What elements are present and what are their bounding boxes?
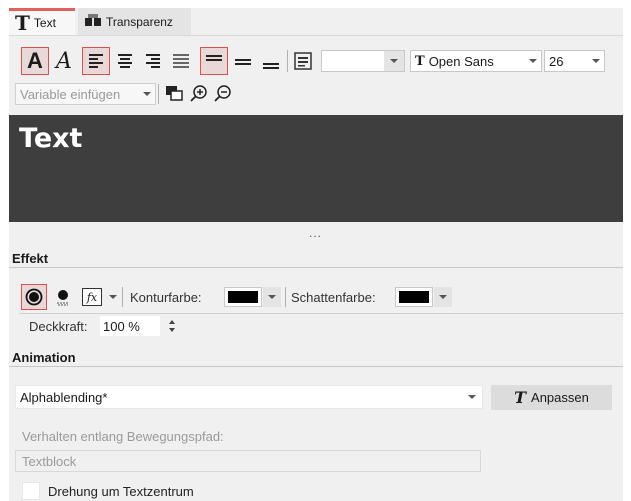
align-right-button[interactable]	[140, 47, 166, 75]
align-center-icon	[118, 54, 132, 68]
chevron-down-icon	[592, 59, 600, 63]
shadow-dot-icon	[57, 290, 69, 306]
valign-bottom-icon	[263, 63, 279, 69]
font-family-value: Open Sans	[428, 53, 494, 69]
toolbar-separator	[287, 50, 288, 72]
align-center-button[interactable]	[112, 47, 138, 75]
opacity-value: 100 %	[103, 318, 140, 334]
tab-transparenz-label: Transparenz	[106, 14, 173, 29]
justify-button[interactable]	[168, 47, 194, 75]
resize-handle[interactable]: ...	[309, 226, 322, 240]
bold-button[interactable]: A	[21, 47, 49, 75]
text-fx-icon: T	[514, 388, 527, 407]
outline-effect-button[interactable]	[21, 284, 47, 310]
tab-text-label: Text	[33, 16, 56, 30]
effekt-row-divider	[19, 313, 623, 314]
outline-color-label: Konturfarbe:	[130, 290, 202, 305]
text-color-dropdown-button[interactable]	[384, 51, 404, 71]
chevron-down-icon	[529, 59, 537, 63]
text-frame-button[interactable]	[290, 47, 316, 75]
tab-divider	[9, 35, 623, 36]
zoom-in-button[interactable]	[187, 81, 211, 105]
insert-variable-label: Variable einfügen	[20, 86, 121, 102]
effekt-separator	[122, 287, 123, 307]
chevron-down-icon	[390, 59, 398, 63]
tab-text[interactable]: T Text	[9, 8, 75, 35]
outline-color-swatch	[228, 291, 258, 303]
effekt-divider	[9, 267, 623, 268]
layer-order-icon	[166, 86, 183, 101]
chevron-down-icon	[468, 395, 476, 399]
valign-middle-icon	[235, 59, 251, 65]
shadow-color-swatch	[399, 291, 429, 303]
transparency-icon	[84, 13, 102, 30]
chevron-down-icon	[268, 295, 276, 299]
motion-path-label: Verhalten entlang Bewegungspfad:	[22, 429, 224, 444]
shadow-color-label: Schattenfarbe:	[291, 290, 376, 305]
truetype-font-icon: T	[415, 53, 425, 69]
chevron-down-icon	[143, 92, 151, 96]
animation-divider	[9, 366, 623, 367]
italic-glyph: A	[56, 48, 72, 74]
font-family-select[interactable]: T Open Sans	[410, 50, 542, 72]
shadow-color-picker[interactable]	[395, 287, 433, 307]
preview-text: Text	[19, 123, 83, 154]
chevron-down-icon	[439, 295, 447, 299]
opacity-label: Deckkraft:	[29, 319, 88, 334]
opacity-stepper[interactable]	[166, 317, 178, 335]
text-preview-area[interactable]: Text	[9, 115, 623, 222]
align-right-icon	[146, 54, 160, 68]
align-left-icon	[89, 54, 103, 68]
italic-button[interactable]: A	[51, 47, 77, 75]
text-properties-panel: T Text Transparenz A A T Open Sans 26 Va…	[9, 8, 623, 501]
align-left-button[interactable]	[82, 47, 110, 75]
effekt-separator-2	[285, 287, 286, 307]
animation-select[interactable]: Alphablending*	[15, 385, 483, 409]
zoom-out-icon	[214, 85, 231, 102]
outline-color-picker[interactable]	[224, 287, 262, 307]
motion-path-value: Textblock	[22, 453, 77, 469]
animation-heading: Animation	[12, 350, 76, 365]
outline-circle-icon	[25, 288, 43, 306]
zoom-out-button[interactable]	[211, 81, 235, 105]
adjust-button[interactable]: T Anpassen	[491, 385, 612, 410]
zoom-in-icon	[190, 85, 207, 102]
rotate-center-label: Drehung um Textzentrum	[48, 484, 194, 499]
fx-icon: fx	[86, 290, 98, 304]
justify-icon	[173, 54, 189, 68]
font-size-select[interactable]: 26	[544, 50, 605, 72]
valign-top-button[interactable]	[200, 47, 228, 75]
spin-arrows-icon	[169, 320, 175, 332]
font-size-value: 26	[549, 53, 564, 69]
text-t-icon: T	[15, 11, 30, 35]
shadow-color-dropdown[interactable]	[434, 287, 452, 307]
valign-middle-button[interactable]	[230, 47, 256, 75]
valign-top-icon	[206, 55, 222, 61]
fx-dropdown-chevron-icon[interactable]	[109, 295, 117, 299]
toolbar-separator-2	[158, 84, 159, 104]
motion-path-select[interactable]: Textblock	[15, 450, 481, 472]
tab-transparenz[interactable]: Transparenz	[78, 8, 191, 35]
insert-variable-select[interactable]: Variable einfügen	[15, 83, 156, 105]
text-frame-icon	[294, 52, 312, 70]
fx-effect-button[interactable]: fx	[82, 288, 102, 306]
layer-order-button[interactable]	[162, 81, 186, 105]
rotate-center-checkbox[interactable]	[22, 482, 40, 500]
bold-glyph: A	[27, 48, 43, 73]
shadow-effect-button[interactable]	[51, 284, 75, 310]
effekt-heading: Effekt	[12, 251, 49, 266]
adjust-button-label: Anpassen	[531, 390, 589, 405]
outline-color-dropdown[interactable]	[263, 287, 281, 307]
animation-value: Alphablending*	[20, 389, 108, 405]
valign-bottom-button[interactable]	[258, 47, 284, 75]
opacity-spinbox[interactable]: 100 %	[100, 316, 160, 336]
